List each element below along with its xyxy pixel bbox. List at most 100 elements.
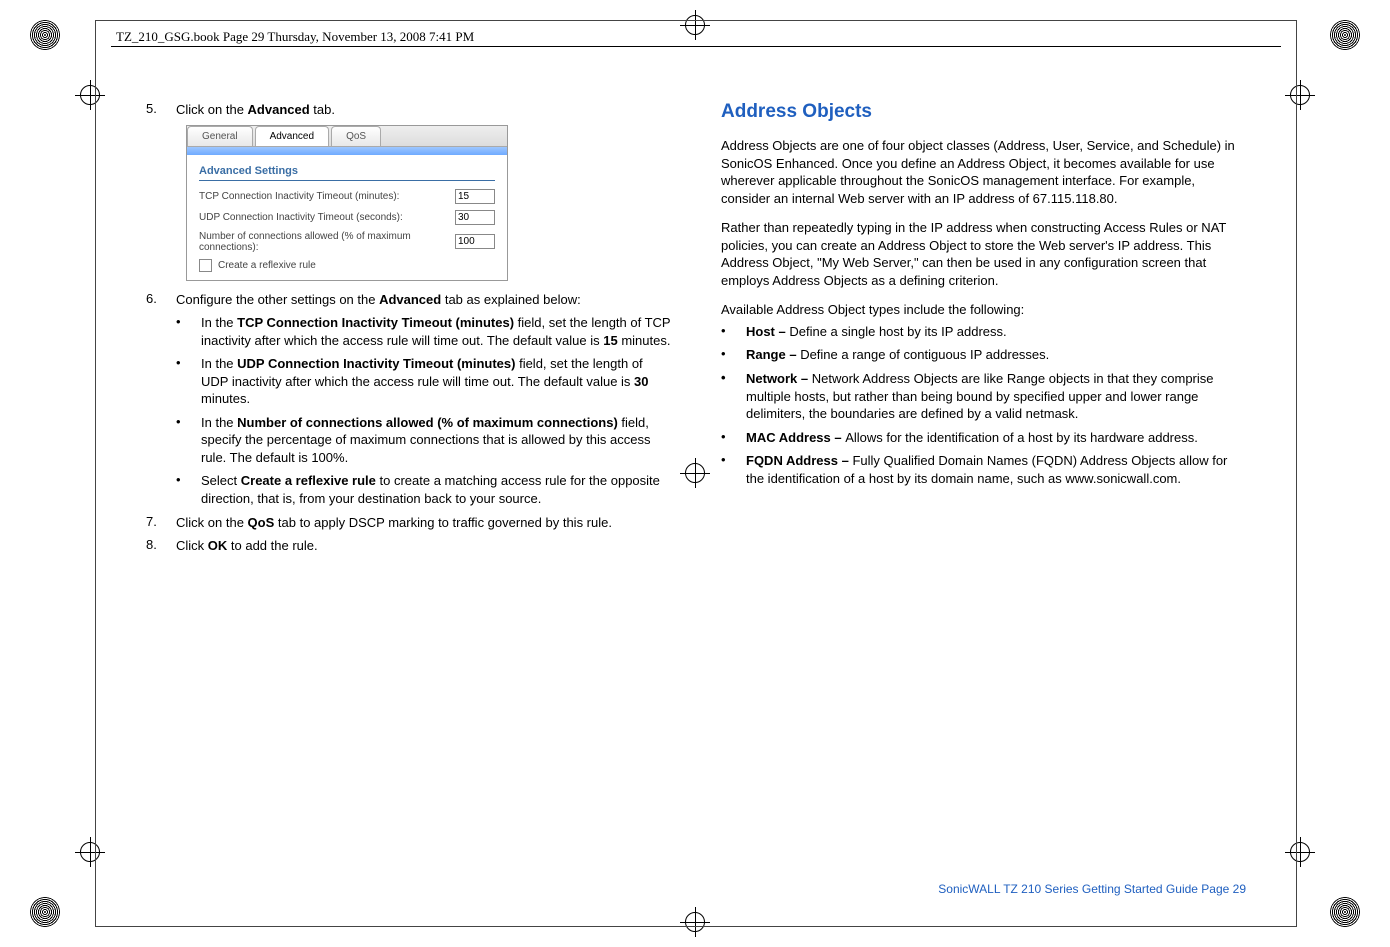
list-item: • MAC Address – Allows for the identific… bbox=[721, 429, 1246, 447]
bullet-text: MAC Address – Allows for the identificat… bbox=[746, 429, 1198, 447]
crop-ornament-icon bbox=[30, 20, 60, 50]
bold: OK bbox=[208, 538, 228, 553]
text: Select bbox=[201, 473, 241, 488]
text: tab as explained below: bbox=[441, 292, 580, 307]
bold: MAC Address – bbox=[746, 430, 845, 445]
text: tab. bbox=[310, 102, 335, 117]
text: minutes. bbox=[201, 391, 250, 406]
bullet-text: Select Create a reflexive rule to create… bbox=[201, 472, 671, 507]
header-rule bbox=[111, 46, 1281, 47]
crop-ornament-icon bbox=[30, 897, 60, 927]
screenshot-tabs: General Advanced QoS bbox=[187, 126, 507, 147]
list-item: • Host – Define a single host by its IP … bbox=[721, 323, 1246, 341]
bullet-text: Range – Define a range of contiguous IP … bbox=[746, 346, 1049, 364]
bullet-icon: • bbox=[176, 414, 201, 467]
list-item: • Network – Network Address Objects are … bbox=[721, 370, 1246, 423]
bullet-icon: • bbox=[721, 370, 746, 423]
section-heading: Address Objects bbox=[721, 101, 1246, 123]
bold: Advanced bbox=[379, 292, 441, 307]
bold: Number of connections allowed (% of maxi… bbox=[237, 415, 618, 430]
step-text: Click on the QoS tab to apply DSCP marki… bbox=[176, 514, 612, 532]
connections-input[interactable] bbox=[455, 234, 495, 249]
tcp-timeout-row: TCP Connection Inactivity Timeout (minut… bbox=[199, 189, 495, 204]
right-column: Address Objects Address Objects are one … bbox=[721, 101, 1246, 866]
bullet-text: In the TCP Connection Inactivity Timeout… bbox=[201, 314, 671, 349]
reflexive-rule-row: Create a reflexive rule bbox=[199, 259, 495, 272]
step-text: Configure the other settings on the Adva… bbox=[176, 291, 581, 309]
text: Define a range of contiguous IP addresse… bbox=[800, 347, 1049, 362]
bold: UDP Connection Inactivity Timeout (minut… bbox=[237, 356, 515, 371]
list-item: • In the Number of connections allowed (… bbox=[176, 414, 671, 467]
text: Allows for the identification of a host … bbox=[845, 430, 1198, 445]
text: Click on the bbox=[176, 515, 248, 530]
bold: FQDN Address – bbox=[746, 453, 852, 468]
text: Click on the bbox=[176, 102, 248, 117]
step-number: 8. bbox=[146, 537, 176, 555]
text: Define a single host by its IP address. bbox=[789, 324, 1006, 339]
bold: Create a reflexive rule bbox=[241, 473, 376, 488]
tcp-timeout-input[interactable] bbox=[455, 189, 495, 204]
bullet-icon: • bbox=[721, 346, 746, 364]
list-item: • Range – Define a range of contiguous I… bbox=[721, 346, 1246, 364]
page-footer: SonicWALL TZ 210 Series Getting Started … bbox=[938, 882, 1246, 896]
bullet-icon: • bbox=[176, 355, 201, 408]
bold: TCP Connection Inactivity Timeout (minut… bbox=[237, 315, 514, 330]
tab-advanced[interactable]: Advanced bbox=[255, 126, 329, 146]
bullet-text: In the UDP Connection Inactivity Timeout… bbox=[201, 355, 671, 408]
bullet-icon: • bbox=[721, 429, 746, 447]
list-item: • Select Create a reflexive rule to crea… bbox=[176, 472, 671, 507]
running-header: TZ_210_GSG.book Page 29 Thursday, Novemb… bbox=[116, 29, 474, 45]
text: Network Address Objects are like Range o… bbox=[746, 371, 1214, 421]
bold: QoS bbox=[248, 515, 275, 530]
text: In the bbox=[201, 356, 237, 371]
left-column: 5. Click on the Advanced tab. General Ad… bbox=[146, 101, 671, 866]
bullet-icon: • bbox=[176, 472, 201, 507]
udp-timeout-input[interactable] bbox=[455, 210, 495, 225]
step-number: 6. bbox=[146, 291, 176, 309]
crop-ornament-icon bbox=[1330, 897, 1360, 927]
bullet-text: In the Number of connections allowed (% … bbox=[201, 414, 671, 467]
advanced-settings-screenshot: General Advanced QoS Advanced Settings T… bbox=[186, 125, 508, 281]
step-7: 7. Click on the QoS tab to apply DSCP ma… bbox=[146, 514, 671, 532]
reflexive-checkbox[interactable] bbox=[199, 259, 212, 272]
list-item: • In the TCP Connection Inactivity Timeo… bbox=[176, 314, 671, 349]
screenshot-accent-bar bbox=[187, 147, 507, 155]
field-label: TCP Connection Inactivity Timeout (minut… bbox=[199, 191, 455, 202]
list-item: • FQDN Address – Fully Qualified Domain … bbox=[721, 452, 1246, 487]
bold: Range – bbox=[746, 347, 800, 362]
bold: 30 bbox=[634, 374, 648, 389]
bullet-icon: • bbox=[721, 452, 746, 487]
bullet-text: FQDN Address – Fully Qualified Domain Na… bbox=[746, 452, 1246, 487]
step-text: Click OK to add the rule. bbox=[176, 537, 318, 555]
tab-qos[interactable]: QoS bbox=[331, 126, 381, 146]
paragraph: Rather than repeatedly typing in the IP … bbox=[721, 219, 1246, 289]
content-columns: 5. Click on the Advanced tab. General Ad… bbox=[146, 101, 1246, 866]
text: In the bbox=[201, 415, 237, 430]
step-5: 5. Click on the Advanced tab. bbox=[146, 101, 671, 119]
bullet-text: Host – Define a single host by its IP ad… bbox=[746, 323, 1007, 341]
tab-general[interactable]: General bbox=[187, 126, 253, 146]
bold: Host – bbox=[746, 324, 789, 339]
text: tab to apply DSCP marking to traffic gov… bbox=[274, 515, 612, 530]
step6-bullets: • In the TCP Connection Inactivity Timeo… bbox=[176, 314, 671, 507]
bold: Advanced bbox=[248, 102, 310, 117]
text: to add the rule. bbox=[227, 538, 317, 553]
bullet-text: Network – Network Address Objects are li… bbox=[746, 370, 1246, 423]
paragraph: Available Address Object types include t… bbox=[721, 301, 1246, 319]
text: minutes. bbox=[618, 333, 671, 348]
bullet-icon: • bbox=[721, 323, 746, 341]
bold: 15 bbox=[603, 333, 617, 348]
page-frame: TZ_210_GSG.book Page 29 Thursday, Novemb… bbox=[95, 20, 1297, 927]
step-8: 8. Click OK to add the rule. bbox=[146, 537, 671, 555]
field-label: UDP Connection Inactivity Timeout (secon… bbox=[199, 212, 455, 223]
connections-row: Number of connections allowed (% of maxi… bbox=[199, 231, 495, 253]
text: Configure the other settings on the bbox=[176, 292, 379, 307]
text: Click bbox=[176, 538, 208, 553]
paragraph: Address Objects are one of four object c… bbox=[721, 137, 1246, 207]
screenshot-heading: Advanced Settings bbox=[199, 165, 495, 181]
step-number: 5. bbox=[146, 101, 176, 119]
checkbox-label: Create a reflexive rule bbox=[218, 260, 316, 271]
field-label: Number of connections allowed (% of maxi… bbox=[199, 231, 455, 253]
list-item: • In the UDP Connection Inactivity Timeo… bbox=[176, 355, 671, 408]
bold: Network – bbox=[746, 371, 812, 386]
